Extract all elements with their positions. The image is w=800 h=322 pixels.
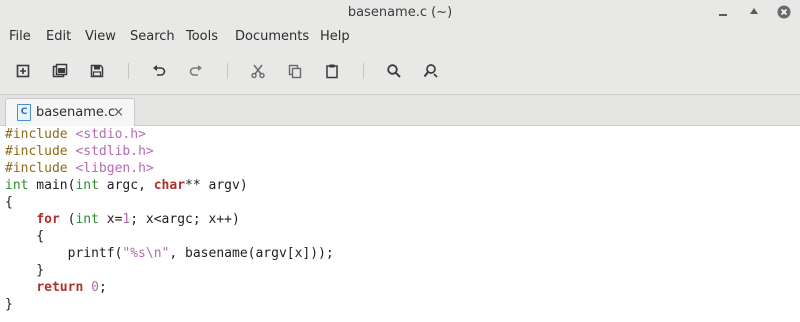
code-line: #include <stdlib.h> xyxy=(5,143,334,160)
menu-search[interactable]: Search xyxy=(130,25,175,48)
maximize-icon xyxy=(750,8,758,14)
paste-icon xyxy=(326,64,338,79)
open-document-icon xyxy=(52,63,68,78)
code-token: ** argv) xyxy=(185,178,248,193)
minimize-icon xyxy=(719,14,727,16)
cut-icon xyxy=(251,64,265,79)
save-button[interactable] xyxy=(87,61,107,81)
cut-button[interactable] xyxy=(248,61,268,81)
code-token: , basename(argv[x])); xyxy=(169,246,334,261)
code-line: { xyxy=(5,228,334,245)
tab-close-button[interactable]: × xyxy=(113,99,124,126)
menu-edit[interactable]: Edit xyxy=(46,25,71,48)
code-token: #include xyxy=(5,127,76,142)
maximize-button[interactable] xyxy=(747,5,761,19)
code-token: } xyxy=(5,297,13,312)
minimize-button[interactable] xyxy=(716,5,730,19)
new-document-button[interactable] xyxy=(13,61,33,81)
code-token: #include xyxy=(5,144,76,159)
code-token: "%s\n" xyxy=(122,246,170,261)
code-token: main( xyxy=(28,178,76,193)
code-editor[interactable]: #include <stdio.h> #include <stdlib.h> #in… xyxy=(0,126,800,322)
undo-icon xyxy=(153,65,166,76)
code-token: { xyxy=(5,195,13,210)
code-token: char xyxy=(153,178,186,193)
close-icon xyxy=(777,5,791,19)
redo-icon xyxy=(189,65,202,76)
toolbar-separator xyxy=(363,63,364,79)
code-line: #include <stdio.h> xyxy=(5,126,334,143)
code-token: int xyxy=(75,212,99,227)
code-token: <stdio.h> xyxy=(75,127,146,142)
close-window-button[interactable] xyxy=(777,5,791,19)
code-token: 0 xyxy=(91,280,99,295)
c-file-icon: C xyxy=(17,104,31,121)
code-token: int xyxy=(5,178,29,193)
menu-bar: File Edit View Search Tools Documents He… xyxy=(0,25,800,48)
code-token: } xyxy=(5,263,45,278)
code-token: <stdlib.h> xyxy=(75,144,154,159)
undo-button[interactable] xyxy=(149,61,169,81)
menu-help[interactable]: Help xyxy=(320,25,350,48)
menu-tools[interactable]: Tools xyxy=(186,25,218,48)
tab-bar: C basename.c × xyxy=(0,95,800,126)
code-line: { xyxy=(5,194,334,211)
code-token: ; x<argc; x++) xyxy=(130,212,240,227)
code-token: return xyxy=(36,280,84,295)
save-icon xyxy=(90,64,104,78)
toolbar xyxy=(0,48,800,95)
code-token: { xyxy=(5,229,45,244)
menu-documents[interactable]: Documents xyxy=(235,25,309,48)
menu-file[interactable]: File xyxy=(9,25,31,48)
code-line: int main(int argc, char** argv) xyxy=(5,177,334,194)
code-line: } xyxy=(5,296,334,313)
menu-view[interactable]: View xyxy=(85,25,116,48)
tab-label: basename.c xyxy=(36,105,116,120)
code-line: for (int x=1; x<argc; x++) xyxy=(5,211,334,228)
code-token: #include xyxy=(5,161,76,176)
search-icon xyxy=(387,64,401,78)
code-line: #include <libgen.h> xyxy=(5,160,334,177)
code-line: printf("%s\n", basename(argv[x])); xyxy=(5,245,334,262)
toolbar-separator xyxy=(128,63,129,79)
redo-button[interactable] xyxy=(186,61,206,81)
find-replace-icon xyxy=(423,64,438,78)
code-text: #include <stdio.h> #include <stdlib.h> #in… xyxy=(5,126,334,313)
code-token: <libgen.h> xyxy=(75,161,154,176)
find-button[interactable] xyxy=(384,61,404,81)
code-line: } xyxy=(5,262,334,279)
code-token: x= xyxy=(98,212,123,227)
paste-button[interactable] xyxy=(322,61,342,81)
toolbar-separator xyxy=(227,63,228,79)
code-token: ( xyxy=(59,212,76,227)
tab-basename-c[interactable]: C basename.c × xyxy=(5,98,135,126)
code-token: printf( xyxy=(5,246,123,261)
window-title: basename.c (~) xyxy=(347,5,453,20)
open-document-button[interactable] xyxy=(50,61,70,81)
find-replace-button[interactable] xyxy=(421,61,441,81)
title-bar: basename.c (~) xyxy=(0,0,800,25)
copy-button[interactable] xyxy=(285,61,305,81)
code-token: int xyxy=(75,178,99,193)
code-token: for xyxy=(36,212,60,227)
new-document-icon xyxy=(16,64,30,78)
code-token: argc, xyxy=(98,178,154,193)
copy-icon xyxy=(288,64,302,79)
code-token: ; xyxy=(98,280,107,295)
code-line: return 0; xyxy=(5,279,334,296)
